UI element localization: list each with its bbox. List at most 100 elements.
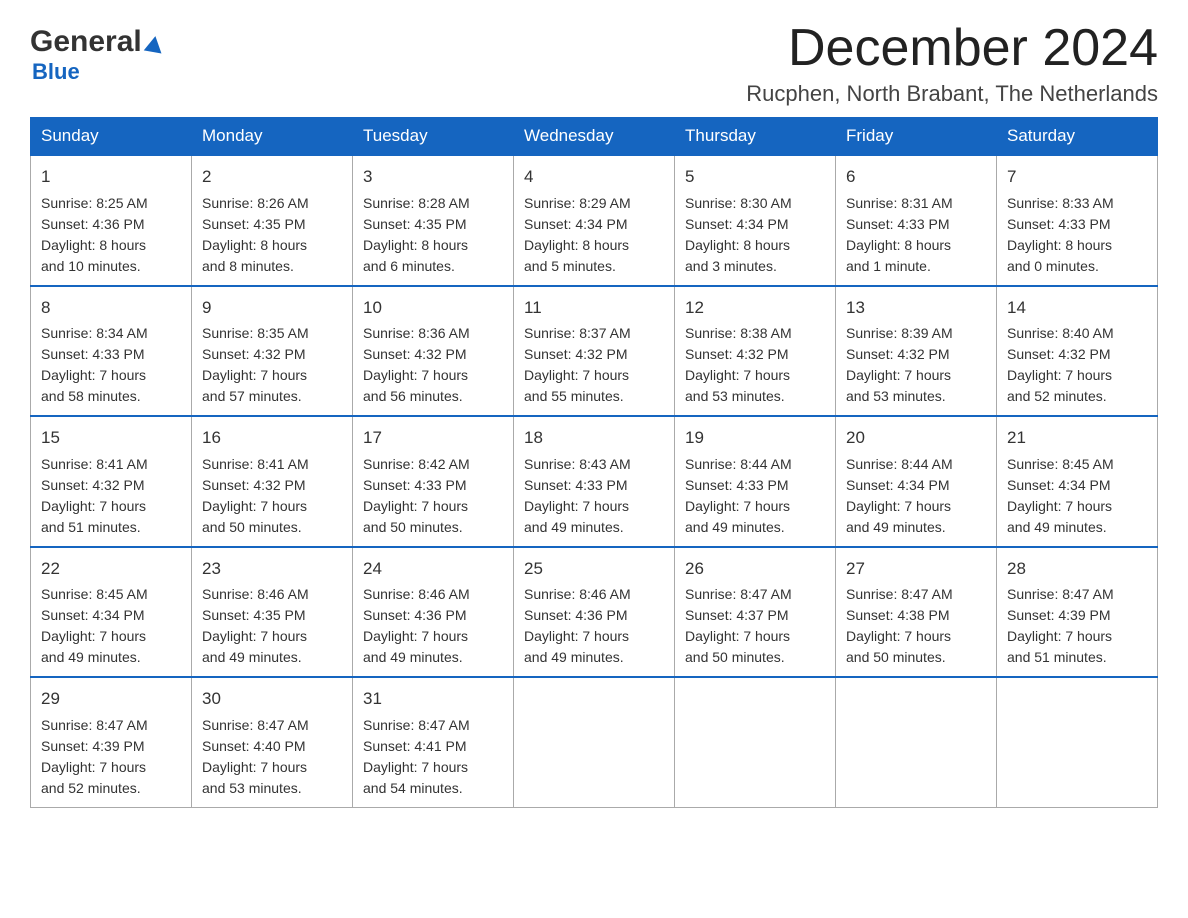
day-number: 16 <box>202 425 342 451</box>
sunrise-text: Sunrise: 8:47 AM <box>202 717 309 733</box>
daylight-text: Daylight: 7 hours <box>363 759 468 775</box>
day-number: 15 <box>41 425 181 451</box>
sunrise-text: Sunrise: 8:37 AM <box>524 325 631 341</box>
sunrise-text: Sunrise: 8:38 AM <box>685 325 792 341</box>
table-row: 4 Sunrise: 8:29 AM Sunset: 4:34 PM Dayli… <box>514 155 675 286</box>
sunrise-text: Sunrise: 8:47 AM <box>41 717 148 733</box>
daylight-text: Daylight: 8 hours <box>363 237 468 253</box>
month-title: December 2024 <box>746 20 1158 77</box>
table-row: 22 Sunrise: 8:45 AM Sunset: 4:34 PM Dayl… <box>31 547 192 678</box>
calendar-week-row: 22 Sunrise: 8:45 AM Sunset: 4:34 PM Dayl… <box>31 547 1158 678</box>
sunrise-text: Sunrise: 8:39 AM <box>846 325 953 341</box>
logo-triangle-icon <box>143 35 164 54</box>
sunrise-text: Sunrise: 8:44 AM <box>846 456 953 472</box>
sunrise-text: Sunrise: 8:25 AM <box>41 195 148 211</box>
daylight-text2: and 57 minutes. <box>202 388 302 404</box>
daylight-text2: and 49 minutes. <box>524 519 624 535</box>
sunrise-text: Sunrise: 8:34 AM <box>41 325 148 341</box>
sunset-text: Sunset: 4:36 PM <box>41 216 145 232</box>
daylight-text: Daylight: 7 hours <box>1007 498 1112 514</box>
sunrise-text: Sunrise: 8:26 AM <box>202 195 309 211</box>
day-number: 29 <box>41 686 181 712</box>
table-row: 31 Sunrise: 8:47 AM Sunset: 4:41 PM Dayl… <box>353 677 514 807</box>
day-number: 6 <box>846 164 986 190</box>
sunset-text: Sunset: 4:39 PM <box>1007 607 1111 623</box>
daylight-text2: and 3 minutes. <box>685 258 777 274</box>
table-row: 5 Sunrise: 8:30 AM Sunset: 4:34 PM Dayli… <box>675 155 836 286</box>
sunset-text: Sunset: 4:41 PM <box>363 738 467 754</box>
sunset-text: Sunset: 4:35 PM <box>363 216 467 232</box>
day-number: 8 <box>41 295 181 321</box>
sunrise-text: Sunrise: 8:29 AM <box>524 195 631 211</box>
daylight-text2: and 54 minutes. <box>363 780 463 796</box>
table-row: 15 Sunrise: 8:41 AM Sunset: 4:32 PM Dayl… <box>31 416 192 547</box>
daylight-text2: and 49 minutes. <box>846 519 946 535</box>
daylight-text2: and 49 minutes. <box>1007 519 1107 535</box>
sunrise-text: Sunrise: 8:44 AM <box>685 456 792 472</box>
daylight-text2: and 6 minutes. <box>363 258 455 274</box>
daylight-text: Daylight: 7 hours <box>685 498 790 514</box>
table-row: 8 Sunrise: 8:34 AM Sunset: 4:33 PM Dayli… <box>31 286 192 417</box>
table-row: 10 Sunrise: 8:36 AM Sunset: 4:32 PM Dayl… <box>353 286 514 417</box>
table-row: 3 Sunrise: 8:28 AM Sunset: 4:35 PM Dayli… <box>353 155 514 286</box>
daylight-text: Daylight: 8 hours <box>685 237 790 253</box>
sunrise-text: Sunrise: 8:42 AM <box>363 456 470 472</box>
sunset-text: Sunset: 4:33 PM <box>524 477 628 493</box>
table-row: 29 Sunrise: 8:47 AM Sunset: 4:39 PM Dayl… <box>31 677 192 807</box>
table-row: 16 Sunrise: 8:41 AM Sunset: 4:32 PM Dayl… <box>192 416 353 547</box>
sunset-text: Sunset: 4:32 PM <box>41 477 145 493</box>
day-number: 9 <box>202 295 342 321</box>
daylight-text2: and 51 minutes. <box>1007 649 1107 665</box>
sunrise-text: Sunrise: 8:43 AM <box>524 456 631 472</box>
daylight-text: Daylight: 7 hours <box>685 628 790 644</box>
daylight-text: Daylight: 8 hours <box>41 237 146 253</box>
daylight-text: Daylight: 7 hours <box>846 628 951 644</box>
daylight-text2: and 53 minutes. <box>202 780 302 796</box>
sunrise-text: Sunrise: 8:41 AM <box>202 456 309 472</box>
sunset-text: Sunset: 4:34 PM <box>1007 477 1111 493</box>
daylight-text2: and 55 minutes. <box>524 388 624 404</box>
day-number: 27 <box>846 556 986 582</box>
sunrise-text: Sunrise: 8:33 AM <box>1007 195 1114 211</box>
day-number: 5 <box>685 164 825 190</box>
day-number: 13 <box>846 295 986 321</box>
table-row: 28 Sunrise: 8:47 AM Sunset: 4:39 PM Dayl… <box>997 547 1158 678</box>
daylight-text2: and 52 minutes. <box>41 780 141 796</box>
day-number: 17 <box>363 425 503 451</box>
sunrise-text: Sunrise: 8:47 AM <box>685 586 792 602</box>
sunset-text: Sunset: 4:34 PM <box>41 607 145 623</box>
table-row: 11 Sunrise: 8:37 AM Sunset: 4:32 PM Dayl… <box>514 286 675 417</box>
daylight-text2: and 50 minutes. <box>202 519 302 535</box>
daylight-text2: and 52 minutes. <box>1007 388 1107 404</box>
day-number: 2 <box>202 164 342 190</box>
sunrise-text: Sunrise: 8:45 AM <box>41 586 148 602</box>
daylight-text: Daylight: 7 hours <box>363 628 468 644</box>
day-number: 22 <box>41 556 181 582</box>
table-row: 14 Sunrise: 8:40 AM Sunset: 4:32 PM Dayl… <box>997 286 1158 417</box>
calendar-table: Sunday Monday Tuesday Wednesday Thursday… <box>30 117 1158 808</box>
daylight-text: Daylight: 7 hours <box>1007 628 1112 644</box>
sunset-text: Sunset: 4:36 PM <box>524 607 628 623</box>
table-row: 6 Sunrise: 8:31 AM Sunset: 4:33 PM Dayli… <box>836 155 997 286</box>
sunset-text: Sunset: 4:32 PM <box>524 346 628 362</box>
daylight-text: Daylight: 7 hours <box>846 498 951 514</box>
table-row: 7 Sunrise: 8:33 AM Sunset: 4:33 PM Dayli… <box>997 155 1158 286</box>
sunrise-text: Sunrise: 8:31 AM <box>846 195 953 211</box>
sunset-text: Sunset: 4:33 PM <box>685 477 789 493</box>
sunset-text: Sunset: 4:32 PM <box>1007 346 1111 362</box>
table-row: 27 Sunrise: 8:47 AM Sunset: 4:38 PM Dayl… <box>836 547 997 678</box>
sunrise-text: Sunrise: 8:47 AM <box>363 717 470 733</box>
col-thursday: Thursday <box>675 118 836 156</box>
table-row: 2 Sunrise: 8:26 AM Sunset: 4:35 PM Dayli… <box>192 155 353 286</box>
day-number: 14 <box>1007 295 1147 321</box>
table-row: 13 Sunrise: 8:39 AM Sunset: 4:32 PM Dayl… <box>836 286 997 417</box>
location-title: Rucphen, North Brabant, The Netherlands <box>746 81 1158 107</box>
daylight-text: Daylight: 7 hours <box>524 498 629 514</box>
calendar-header-row: Sunday Monday Tuesday Wednesday Thursday… <box>31 118 1158 156</box>
sunset-text: Sunset: 4:32 PM <box>202 346 306 362</box>
table-row: 21 Sunrise: 8:45 AM Sunset: 4:34 PM Dayl… <box>997 416 1158 547</box>
table-row: 24 Sunrise: 8:46 AM Sunset: 4:36 PM Dayl… <box>353 547 514 678</box>
table-row <box>836 677 997 807</box>
day-number: 21 <box>1007 425 1147 451</box>
daylight-text: Daylight: 7 hours <box>41 367 146 383</box>
